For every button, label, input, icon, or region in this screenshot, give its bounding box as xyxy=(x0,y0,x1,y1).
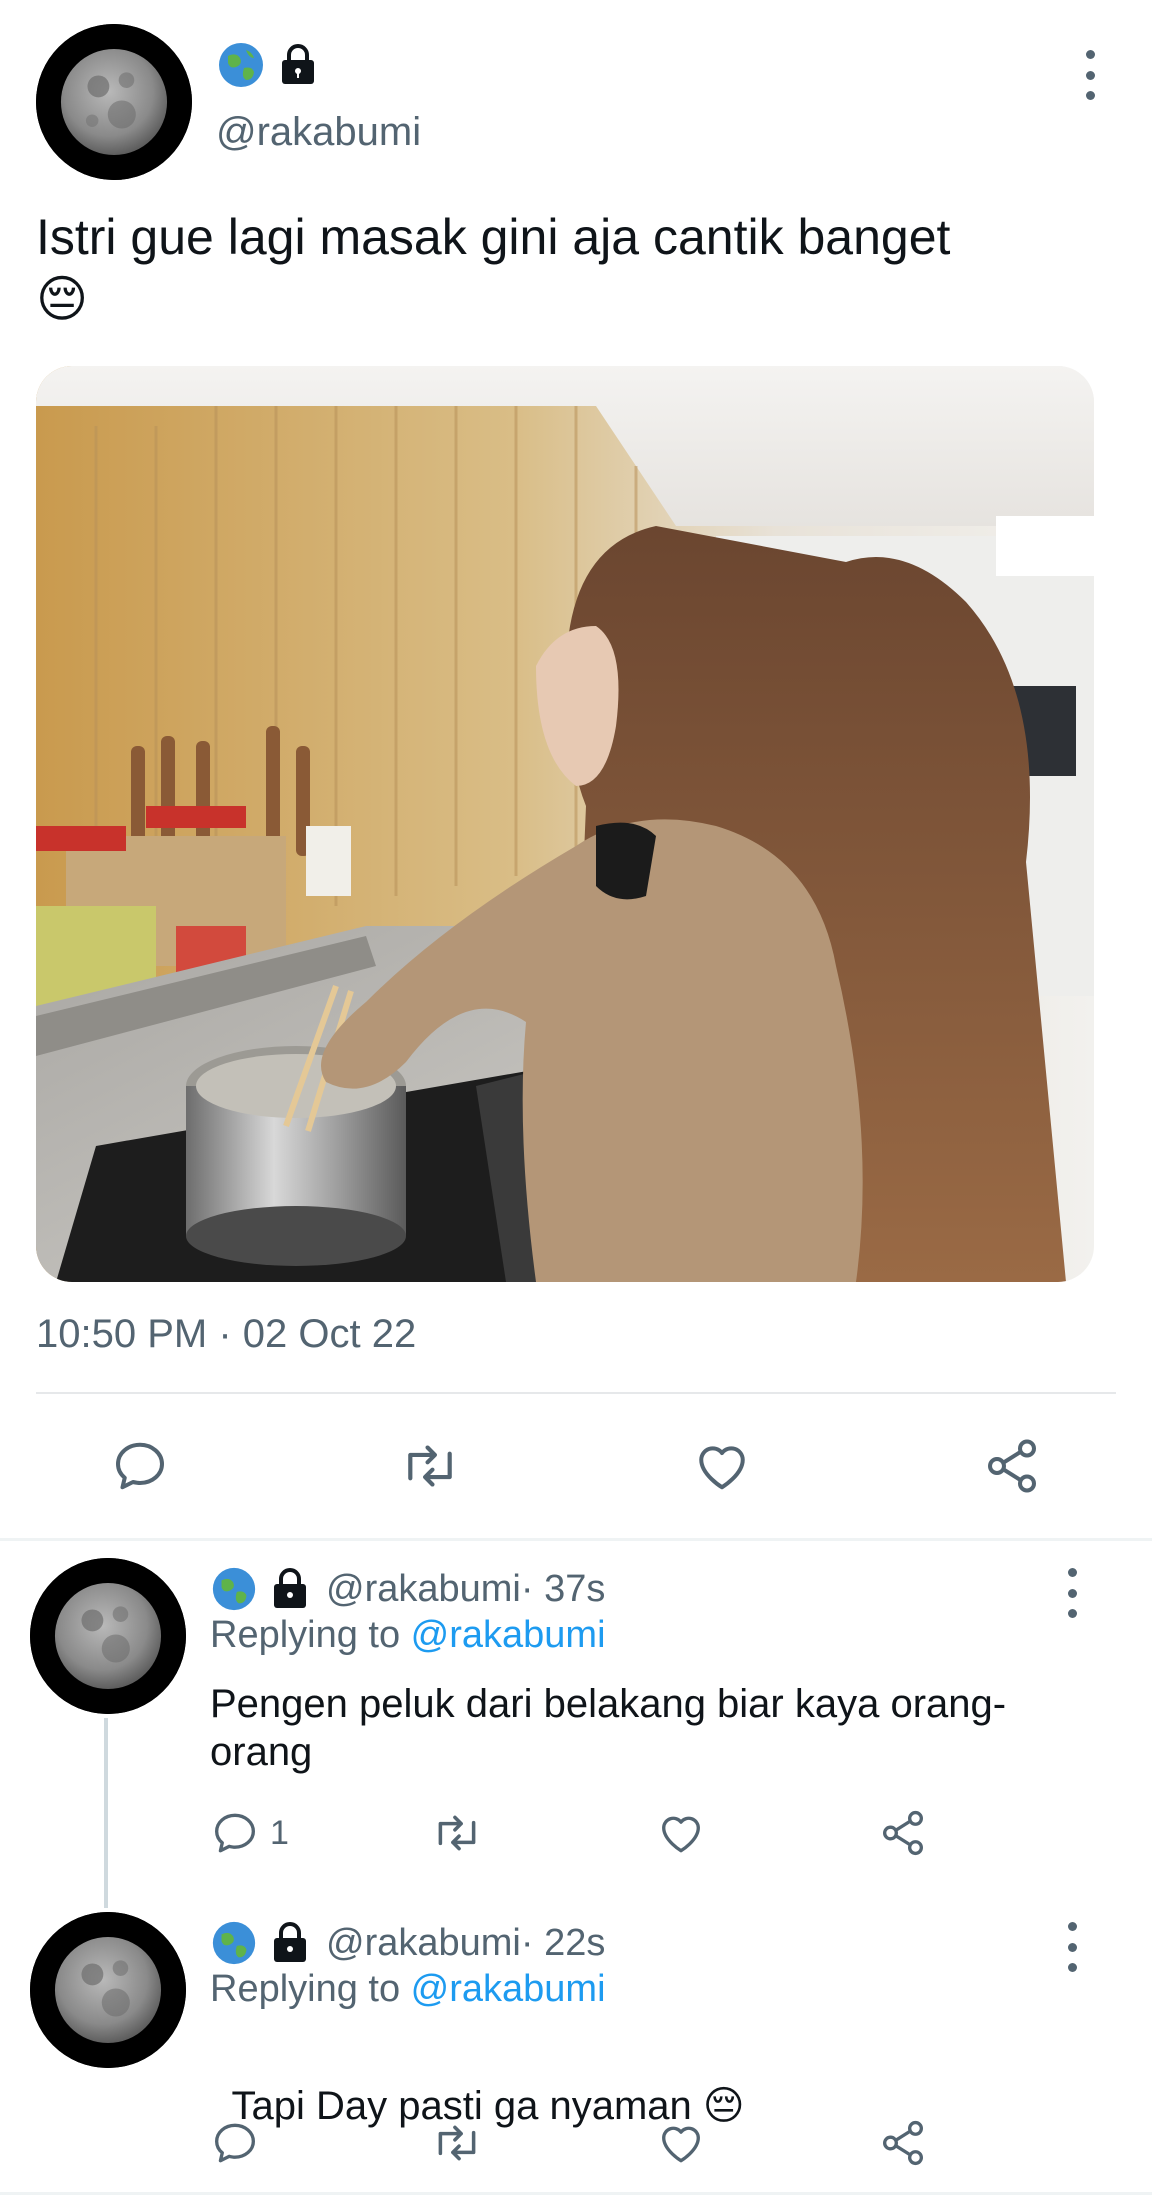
lock-icon xyxy=(274,1568,306,1608)
reply-header: @rakabumi · 37s xyxy=(210,1564,605,1614)
share-icon xyxy=(988,1439,1036,1493)
tweet-text: Istri gue lagi masak gini aja cantik ban… xyxy=(36,206,1096,330)
reply-text: Pengen peluk dari belakang biar kaya ora… xyxy=(210,1680,1110,1776)
retweet-icon xyxy=(438,1815,476,1851)
reply-text: Tapi Day pasti ga nyaman 😔 xyxy=(210,2034,1110,2130)
replying-to-prefix: Replying to xyxy=(210,1614,411,1656)
more-options-icon[interactable] xyxy=(1052,1922,1092,1972)
replying-to-prefix: Replying to xyxy=(210,1968,411,2010)
kitchen-photo-image xyxy=(36,366,1094,1282)
tweet-photo[interactable] xyxy=(36,366,1094,1282)
more-options-icon[interactable] xyxy=(1070,50,1110,100)
author-handle[interactable]: @rakabumi xyxy=(216,110,421,155)
bottom-divider xyxy=(0,2192,1152,2195)
divider xyxy=(36,1392,1116,1394)
reply-emoji: 😔 xyxy=(702,2083,745,2129)
reply-text-line: Pengen peluk dari belakang biar kaya ora… xyxy=(210,1682,1007,1726)
like-button[interactable] xyxy=(656,1808,706,1858)
moon-avatar-image xyxy=(36,24,192,180)
reply-button[interactable] xyxy=(210,2118,260,2168)
reply-time[interactable]: · 37s xyxy=(521,1568,605,1611)
tweet-emoji: 😔 xyxy=(36,270,89,328)
share-button[interactable] xyxy=(982,1436,1042,1496)
heart-icon xyxy=(662,2126,700,2163)
share-icon xyxy=(883,1810,923,1856)
share-button[interactable] xyxy=(878,1808,928,1858)
replying-to: Replying to @rakabumi xyxy=(210,1968,606,2011)
globe-icon xyxy=(212,1567,256,1611)
reply-icon xyxy=(116,1442,164,1490)
heart-icon xyxy=(699,1446,745,1490)
tweet-text-line: Istri gue lagi masak gini aja cantik ban… xyxy=(36,209,951,265)
retweet-icon xyxy=(408,1445,452,1487)
reply-button[interactable]: 1 xyxy=(210,1808,289,1858)
replying-to-link[interactable]: @rakabumi xyxy=(411,1968,606,2010)
section-divider xyxy=(0,1538,1152,1541)
heart-icon xyxy=(662,1816,700,1853)
globe-icon xyxy=(212,1921,256,1965)
like-button[interactable] xyxy=(656,2118,706,2168)
reply-handle[interactable]: @rakabumi xyxy=(326,1568,521,1611)
reply-handle[interactable]: @rakabumi xyxy=(326,1922,521,1965)
reply-button[interactable] xyxy=(110,1436,170,1496)
replying-to-link[interactable]: @rakabumi xyxy=(411,1614,606,1656)
more-options-icon[interactable] xyxy=(1052,1568,1092,1618)
avatar[interactable] xyxy=(30,1912,186,2068)
lock-icon xyxy=(274,1922,306,1962)
like-button[interactable] xyxy=(692,1436,752,1496)
retweet-button[interactable] xyxy=(398,1436,462,1496)
share-button[interactable] xyxy=(878,2118,928,2168)
lock-icon xyxy=(282,44,314,84)
retweet-icon xyxy=(438,2125,476,2161)
thread-line xyxy=(104,1718,108,1908)
replying-to: Replying to @rakabumi xyxy=(210,1614,606,1657)
moon-avatar-image xyxy=(30,1558,186,1714)
reply-count: 1 xyxy=(270,1813,289,1852)
reply-icon xyxy=(215,1813,255,1853)
reply-icon xyxy=(215,2123,255,2163)
badge-row xyxy=(216,40,320,90)
share-icon xyxy=(883,2120,923,2166)
retweet-button[interactable] xyxy=(430,2118,484,2168)
avatar[interactable] xyxy=(30,1558,186,1714)
reply-time[interactable]: · 22s xyxy=(521,1922,605,1965)
globe-icon xyxy=(219,43,263,87)
moon-avatar-image xyxy=(30,1912,186,2068)
reply-header: @rakabumi · 22s xyxy=(210,1918,605,1968)
tweet-timestamp[interactable]: 10:50 PM · 02 Oct 22 xyxy=(36,1312,416,1357)
reply-text-line: orang xyxy=(210,1730,313,1774)
avatar[interactable] xyxy=(36,24,192,180)
retweet-button[interactable] xyxy=(430,1808,484,1858)
